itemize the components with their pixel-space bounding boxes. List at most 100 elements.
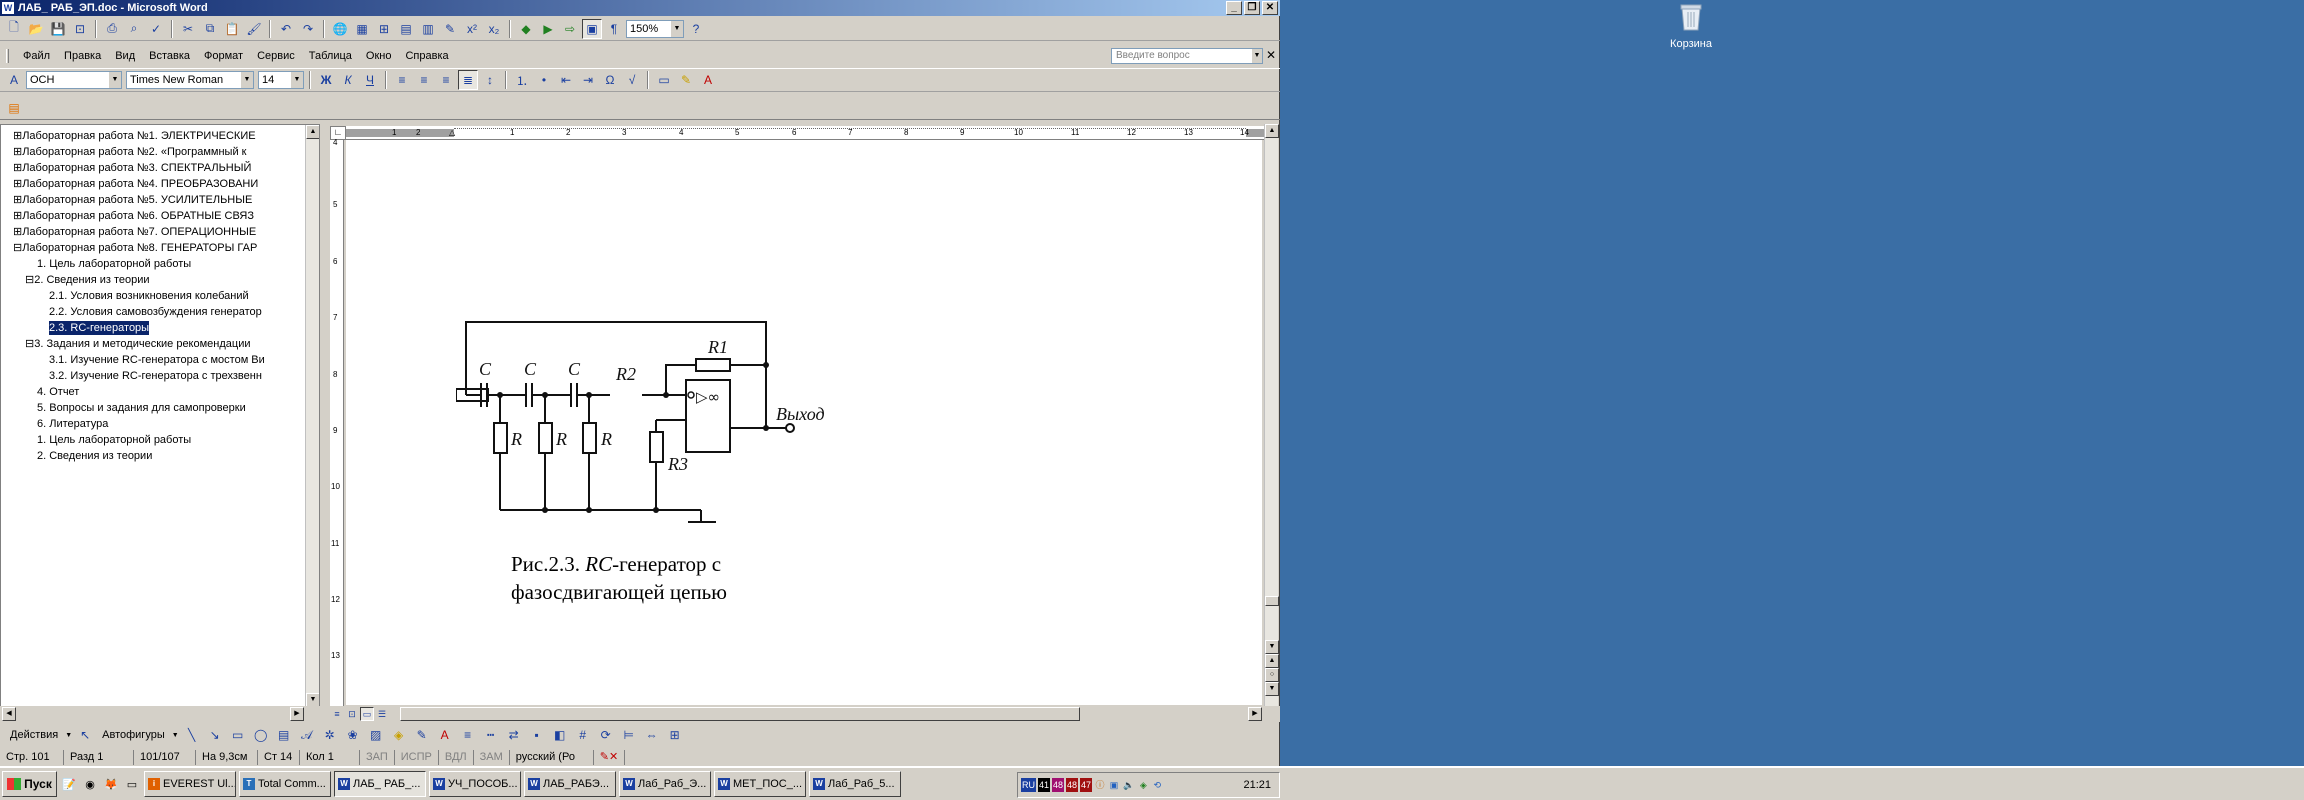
doc-map-item[interactable]: ⊞Лабораторная работа №6. ОБРАТНЫЕ СВЯЗ: [13, 209, 254, 223]
horizontal-scroll-thumb[interactable]: [400, 707, 1080, 721]
doc-map-item[interactable]: 2. Сведения из теории: [37, 449, 152, 463]
undo-icon[interactable]: ↶: [276, 19, 296, 39]
scroll-up-icon[interactable]: ▲: [1265, 124, 1279, 138]
minimize-button[interactable]: _: [1226, 1, 1242, 15]
doc-map-item[interactable]: 3.2. Изучение RC-генератора с трехзвенн: [49, 369, 262, 383]
menu-file[interactable]: Файл: [17, 47, 58, 65]
doc-map-item[interactable]: ⊞Лабораторная работа №2. «Программный к: [13, 145, 246, 159]
line-style-icon[interactable]: ≡: [458, 725, 478, 745]
doc-map-item[interactable]: 1. Цель лабораторной работы: [37, 433, 191, 447]
rectangle-icon[interactable]: ▭: [228, 725, 248, 745]
numbering-icon[interactable]: ⒈: [512, 70, 532, 90]
show-hide-icon[interactable]: ¶: [604, 19, 624, 39]
diagram-icon[interactable]: ✲: [320, 725, 340, 745]
network-tray-icon[interactable]: ▣: [1108, 778, 1120, 792]
copy-icon[interactable]: ⧉: [200, 19, 220, 39]
normal-view-icon[interactable]: ≡: [330, 707, 344, 721]
print-icon[interactable]: ⎙: [102, 19, 122, 39]
scroll-down-icon[interactable]: ▼: [306, 693, 319, 707]
3d-icon[interactable]: ◧: [550, 725, 570, 745]
doc-map-item[interactable]: 5. Вопросы и задания для самопроверки: [37, 401, 246, 415]
scroll-right-icon[interactable]: ▶: [1248, 707, 1262, 721]
doc-map-item-selected[interactable]: 2.3. RC-генераторы: [49, 321, 150, 335]
doc-map-item[interactable]: 4. Отчет: [37, 385, 79, 399]
scroll-thumb[interactable]: [1265, 596, 1279, 606]
menu-edit[interactable]: Правка: [58, 47, 109, 65]
decrease-indent-icon[interactable]: ⇤: [556, 70, 576, 90]
doc-map-item[interactable]: 2.1. Условия возникновения колебаний: [49, 289, 249, 303]
insert-table-icon[interactable]: ⊞: [374, 19, 394, 39]
temperature-indicator[interactable]: 41: [1038, 778, 1051, 792]
restore-button[interactable]: ❐: [1244, 1, 1260, 15]
document-map-icon[interactable]: ▣: [582, 18, 602, 39]
quicklaunch-desktop-icon[interactable]: ▭: [123, 775, 141, 793]
taskbar-button[interactable]: W Лаб_Раб_5...: [809, 771, 901, 797]
print-layout-icon[interactable]: ▭: [360, 707, 374, 721]
info-tray-icon[interactable]: ⓘ: [1094, 778, 1106, 792]
menu-format[interactable]: Формат: [198, 47, 251, 65]
justify-icon[interactable]: ≣: [458, 70, 478, 90]
menu-window[interactable]: Окно: [360, 47, 400, 65]
borders-icon[interactable]: ▭: [654, 70, 674, 90]
doc-map-item[interactable]: ⊞Лабораторная работа №7. ОПЕРАЦИОННЫЕ: [13, 225, 256, 239]
group-icon[interactable]: ⊞: [665, 725, 685, 745]
draw-actions-menu[interactable]: Действия: [6, 729, 62, 741]
open-folder-icon[interactable]: 📂: [26, 19, 46, 39]
scroll-right-icon[interactable]: ▶: [290, 707, 304, 721]
clock[interactable]: 21:21: [1243, 779, 1279, 791]
italic-icon[interactable]: К: [338, 70, 358, 90]
taskbar-button[interactable]: T Total Comm...: [239, 771, 331, 797]
save-icon[interactable]: 💾: [48, 19, 68, 39]
doc-map-item[interactable]: ⊞Лабораторная работа №1. ЭЛЕКТРИЧЕСКИЕ: [13, 129, 256, 143]
scroll-left-icon[interactable]: ◀: [2, 707, 16, 721]
navigate-icon[interactable]: ⇨: [560, 19, 580, 39]
temperature-indicator[interactable]: 48: [1052, 778, 1065, 792]
print-preview-icon[interactable]: ⌕: [124, 19, 144, 39]
doc-map-item[interactable]: 3.1. Изучение RC-генератора с мостом Ви: [49, 353, 265, 367]
doc-map-item[interactable]: ⊟3. Задания и методические рекомендации: [25, 337, 251, 351]
clipart-icon[interactable]: ❀: [343, 725, 363, 745]
new-document-icon[interactable]: 🗋: [4, 19, 24, 39]
font-select[interactable]: Times New Roman ▼: [126, 71, 254, 89]
spelling-icon[interactable]: ✓: [146, 19, 166, 39]
quicklaunch-firefox-icon[interactable]: 🦊: [102, 775, 120, 793]
doc-map-item[interactable]: ⊟2. Сведения из теории: [25, 273, 150, 287]
document-scrollbar[interactable]: ▲ ▼ ▲ ○ ▼: [1264, 124, 1279, 706]
text-box-icon[interactable]: ▤: [274, 725, 294, 745]
menu-help[interactable]: Справка: [399, 47, 456, 65]
doc-map-item[interactable]: ⊞Лабораторная работа №3. СПЕКТРАЛЬНЫЙ: [13, 161, 251, 175]
doc-map-item[interactable]: 1. Цель лабораторной работы: [37, 257, 191, 271]
fill-color-icon[interactable]: ◈: [389, 725, 409, 745]
styles-formatting-icon[interactable]: A: [4, 70, 24, 90]
scroll-down-icon[interactable]: ▼: [1265, 640, 1279, 654]
scroll-up-icon[interactable]: ▲: [306, 125, 319, 139]
taskbar-button[interactable]: W ЛАБ_РАБЭ...: [524, 771, 616, 797]
language-indicator[interactable]: RU: [1021, 778, 1036, 792]
doc-map-scrollbar[interactable]: ▲ ▼: [305, 125, 319, 707]
bold-icon[interactable]: Ж: [316, 70, 336, 90]
custom-tool-icon[interactable]: ▤: [4, 98, 24, 118]
horizontal-ruler[interactable]: 1 2 △ 1 2 3 4 5 6 7 8 9 10 11 12 13 14: [346, 126, 1264, 140]
align-left-icon[interactable]: ≡: [392, 70, 412, 90]
autoshapes-menu[interactable]: Автофигуры: [98, 729, 169, 741]
bullets-icon[interactable]: •: [534, 70, 554, 90]
quicklaunch-notepad-icon[interactable]: 📝: [60, 775, 78, 793]
menu-table[interactable]: Таблица: [303, 47, 360, 65]
flip-icon[interactable]: ⇔: [642, 725, 662, 745]
wordart-icon[interactable]: 𝒜: [297, 725, 317, 745]
status-extend[interactable]: ВДЛ: [439, 750, 474, 765]
select-browse-object-icon[interactable]: ○: [1265, 668, 1279, 682]
outline-view-icon[interactable]: ☰: [375, 707, 389, 721]
taskbar-button[interactable]: W УЧ_ПОСОБ...: [429, 771, 521, 797]
close-document-icon[interactable]: ✕: [1266, 48, 1276, 62]
font-color-icon[interactable]: A: [698, 70, 718, 90]
previous-page-icon[interactable]: ▲: [1265, 654, 1279, 668]
update-tray-icon[interactable]: ⟲: [1151, 778, 1163, 792]
doc-map-item[interactable]: 6. Литература: [37, 417, 108, 431]
align-right-icon[interactable]: ≡: [436, 70, 456, 90]
menu-insert[interactable]: Вставка: [143, 47, 198, 65]
format-painter-icon[interactable]: 🖌: [244, 19, 264, 39]
doc-map-item[interactable]: ⊞Лабораторная работа №4. ПРЕОБРАЗОВАНИ: [13, 177, 258, 191]
grid-icon[interactable]: #: [573, 725, 593, 745]
quicklaunch-chrome-icon[interactable]: ◉: [81, 775, 99, 793]
